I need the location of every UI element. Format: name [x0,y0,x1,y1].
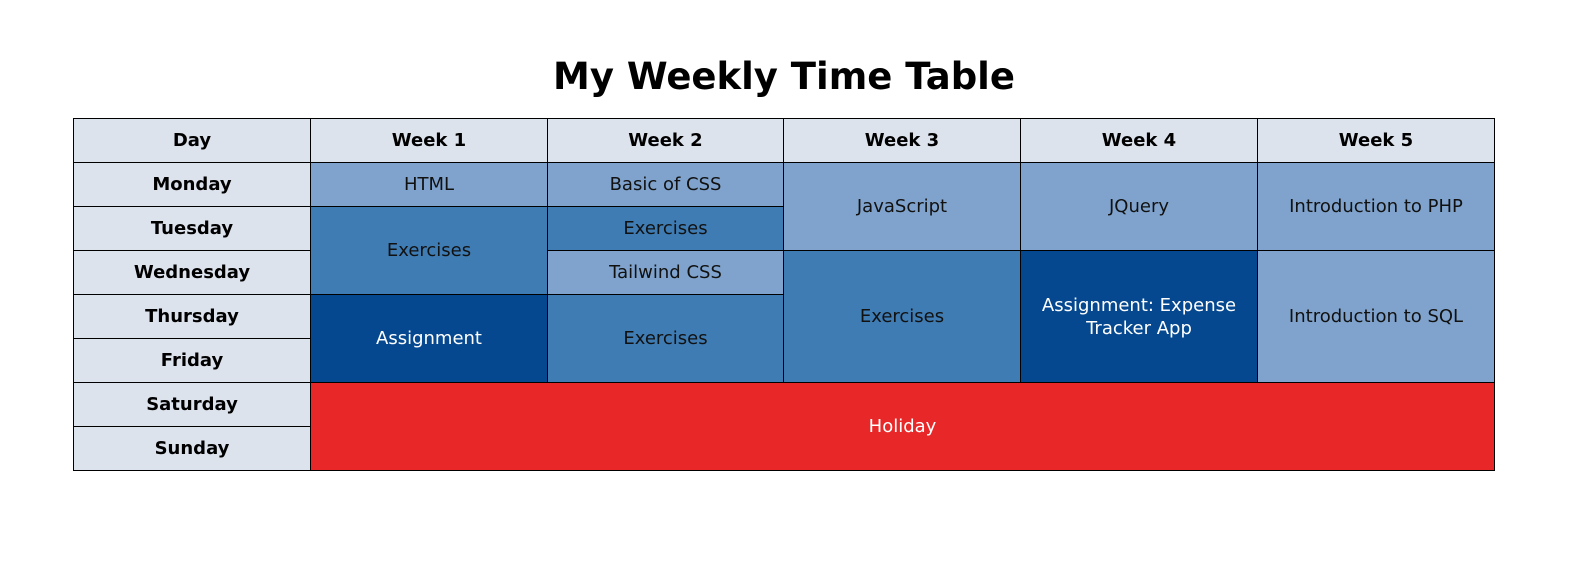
day-sunday: Sunday [73,426,311,471]
row-wednesday: Wednesday Tailwind CSS Exercises Assignm… [73,250,1495,383]
cell-week3-wed-fri: Exercises [783,250,1021,383]
cell-week2-thu-fri: Exercises [547,294,784,383]
page-title: My Weekly Time Table [553,55,1015,98]
row-monday: Monday HTML Basic of CSS JavaScript JQue… [73,162,1495,251]
cell-weekend-holiday: Holiday [310,382,1495,471]
header-week-4: Week 4 [1020,118,1258,163]
day-friday: Friday [73,338,311,383]
cell-week5-mon-tue: Introduction to PHP [1257,162,1495,251]
cell-week4-mon-tue: JQuery [1020,162,1258,251]
cell-week1-tue-wed: Exercises [310,206,548,295]
header-day: Day [73,118,311,163]
day-tuesday: Tuesday [73,206,311,251]
header-week-3: Week 3 [783,118,1021,163]
day-wednesday: Wednesday [73,250,311,295]
header-week-2: Week 2 [547,118,784,163]
cell-week1-monday: HTML [310,162,548,207]
header-week-1: Week 1 [310,118,548,163]
cell-week1-thu-fri: Assignment [310,294,548,383]
cell-week2-tuesday: Exercises [547,206,784,251]
header-week-5: Week 5 [1257,118,1495,163]
cell-week5-wed-fri: Introduction to SQL [1257,250,1495,383]
cell-week2-monday: Basic of CSS [547,162,784,207]
day-saturday: Saturday [73,382,311,427]
cell-week4-wed-fri: Assignment: Expense Tracker App [1020,250,1258,383]
timetable: Day Week 1 Week 2 Week 3 Week 4 Week 5 M… [73,118,1495,471]
row-saturday: Saturday Holiday [73,382,1495,471]
day-thursday: Thursday [73,294,311,339]
day-monday: Monday [73,162,311,207]
header-row: Day Week 1 Week 2 Week 3 Week 4 Week 5 [73,118,1495,163]
cell-week3-mon-tue: JavaScript [783,162,1021,251]
cell-week2-wednesday: Tailwind CSS [547,250,784,295]
